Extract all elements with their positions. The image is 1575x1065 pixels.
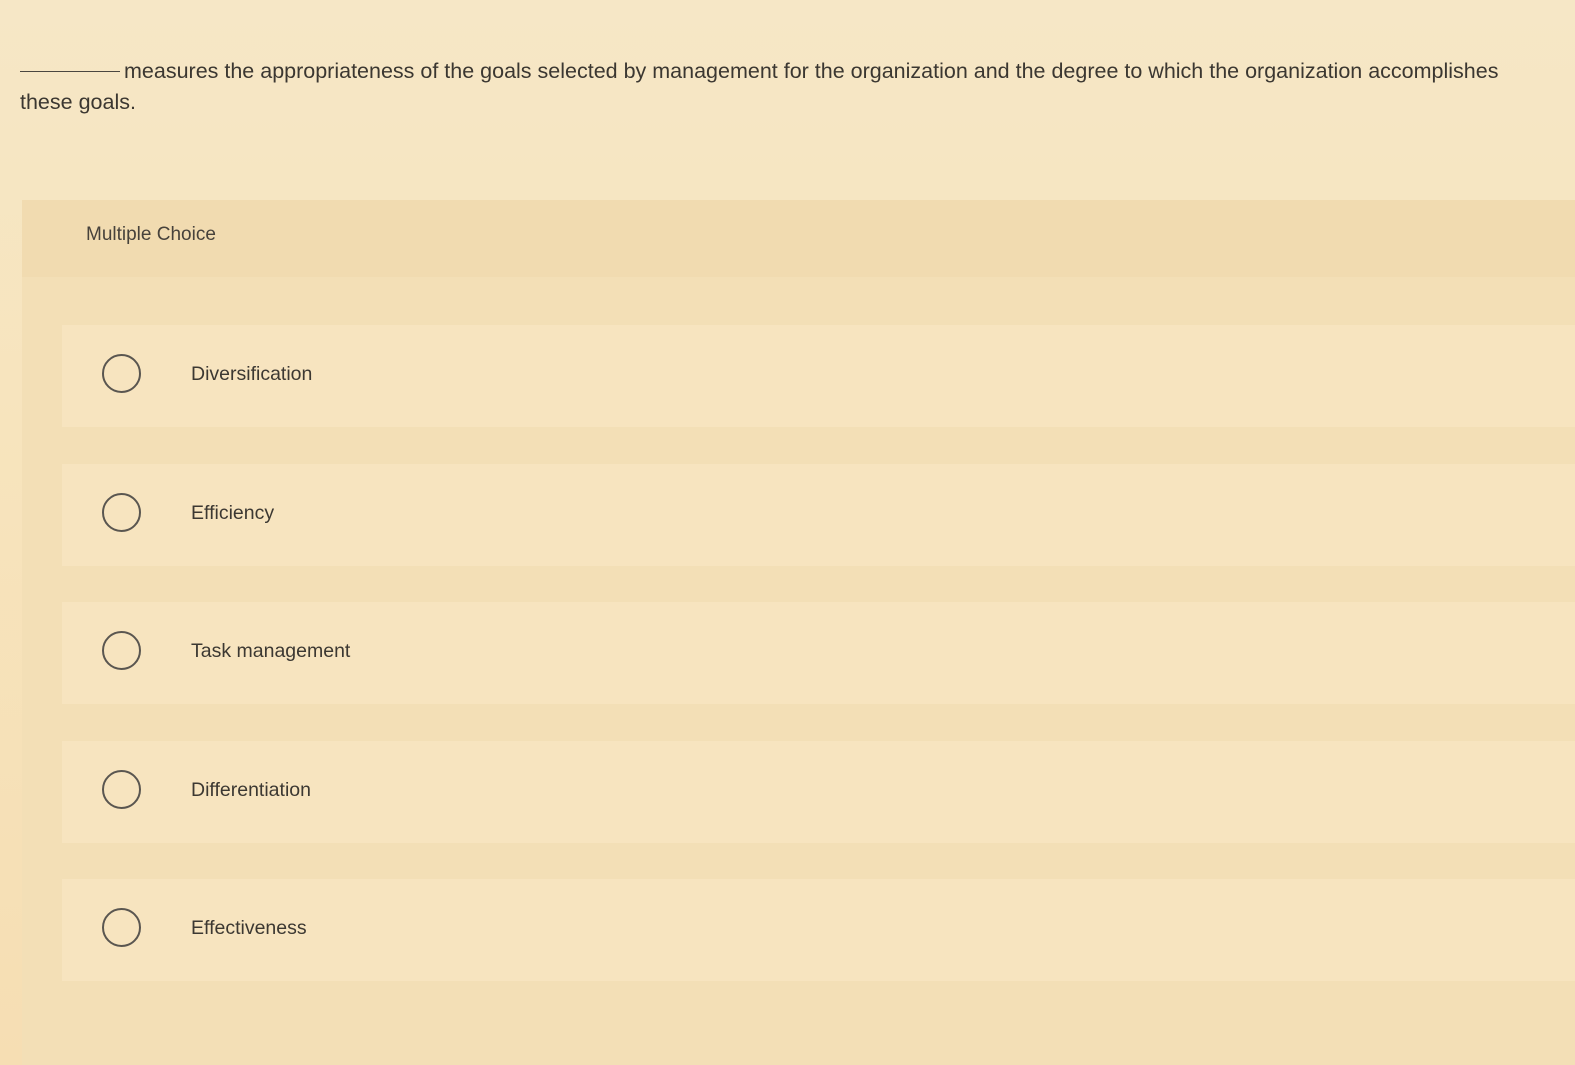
question-prompt: measures the appropriateness of the goal… <box>20 56 1540 118</box>
radio-button[interactable] <box>102 354 141 393</box>
question-type-label: Multiple Choice <box>86 224 216 245</box>
choice-efficiency[interactable]: Efficiency <box>62 463 1575 566</box>
radio-button[interactable] <box>102 908 141 947</box>
choice-effectiveness[interactable]: Effectiveness <box>62 879 1575 981</box>
question-type-header: Multiple Choice <box>22 200 1575 277</box>
choice-task-management[interactable]: Task management <box>62 602 1575 704</box>
choice-diversification[interactable]: Diversification <box>62 325 1575 427</box>
radio-button[interactable] <box>102 631 141 670</box>
choice-label: Diversification <box>191 363 313 385</box>
choice-differentiation[interactable]: Differentiation <box>62 740 1575 843</box>
choice-label: Task management <box>191 640 351 662</box>
answer-panel: Multiple Choice Diversification Efficien… <box>22 200 1575 1065</box>
radio-button[interactable] <box>102 492 141 532</box>
radio-button[interactable] <box>102 769 141 809</box>
question-text: measures the appropriateness of the goal… <box>20 59 1499 114</box>
fill-in-blank <box>20 71 120 72</box>
choice-label: Differentiation <box>191 778 311 801</box>
choice-label: Effectiveness <box>191 917 307 939</box>
choice-list: Diversification Efficiency Task manageme… <box>62 325 1575 1018</box>
choice-label: Efficiency <box>191 501 275 524</box>
